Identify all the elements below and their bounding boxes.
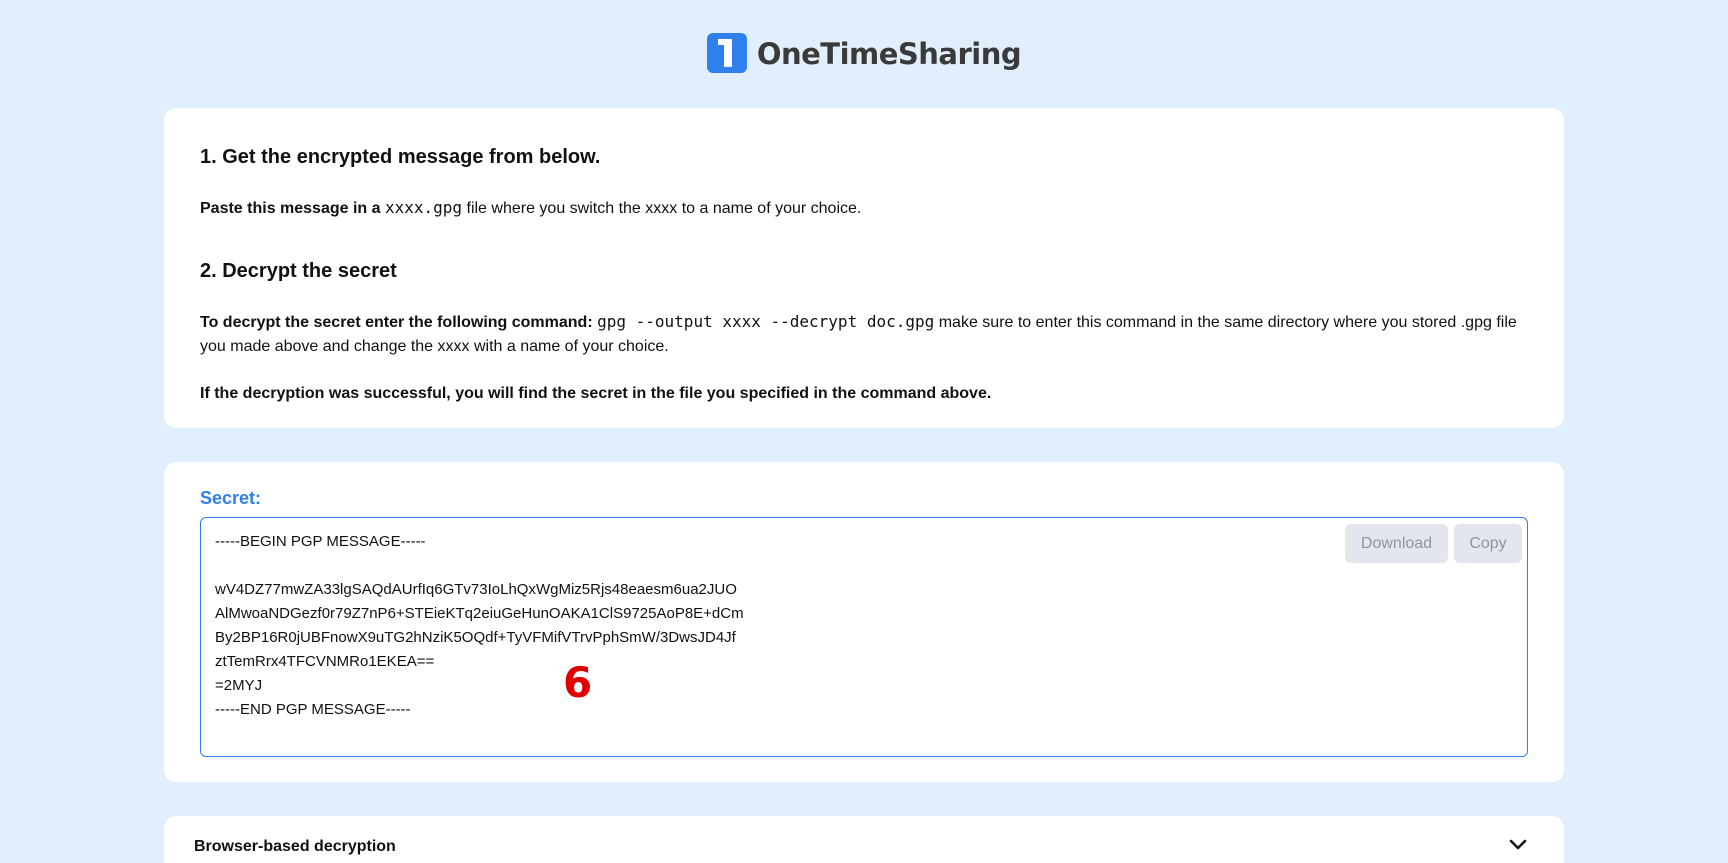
logo-icon [706, 33, 747, 73]
step1-lead: Paste this message in a [200, 200, 381, 217]
step2-success-text: If the decryption was successful, you wi… [200, 385, 992, 402]
step1-rest: file where you switch the xxxx to a name… [466, 200, 862, 217]
chevron-down-icon[interactable] [1508, 837, 1528, 853]
step2-text: To decrypt the secret enter the followin… [200, 310, 1530, 359]
step2-success: If the decryption was successful, you wi… [200, 382, 991, 406]
secret-card: Secret: -----BEGIN PGP MESSAGE----- wV4D… [164, 462, 1564, 782]
download-button[interactable]: Download [1345, 524, 1448, 563]
step1-text: Paste this message in a xxxx.gpg file wh… [200, 196, 861, 221]
logo[interactable]: OneTimeSharing [706, 33, 1022, 73]
accordion-title: Browser-based decryption [194, 838, 396, 855]
step2-heading: 2. Decrypt the secret [200, 260, 397, 282]
instructions-card: 1. Get the encrypted message from below.… [164, 108, 1564, 428]
step1-heading: 1. Get the encrypted message from below. [200, 146, 601, 168]
secret-textarea[interactable]: -----BEGIN PGP MESSAGE----- wV4DZ77mwZA3… [200, 517, 1528, 757]
header: OneTimeSharing [0, 0, 1728, 108]
secret-label: Secret: [200, 488, 262, 508]
step1-code: xxxx.gpg [384, 198, 463, 217]
copy-button[interactable]: Copy [1454, 524, 1522, 563]
step2-lead: To decrypt the secret enter the followin… [200, 314, 593, 331]
secret-message[interactable]: -----BEGIN PGP MESSAGE----- wV4DZ77mwZA3… [215, 530, 744, 722]
browser-decryption-accordion[interactable]: Browser-based decryption [164, 816, 1564, 863]
brand-name: OneTimeSharing [756, 37, 1022, 71]
step2-code: gpg --output xxxx --decrypt doc.gpg [597, 312, 935, 331]
overlay-number: 6 [563, 658, 593, 707]
